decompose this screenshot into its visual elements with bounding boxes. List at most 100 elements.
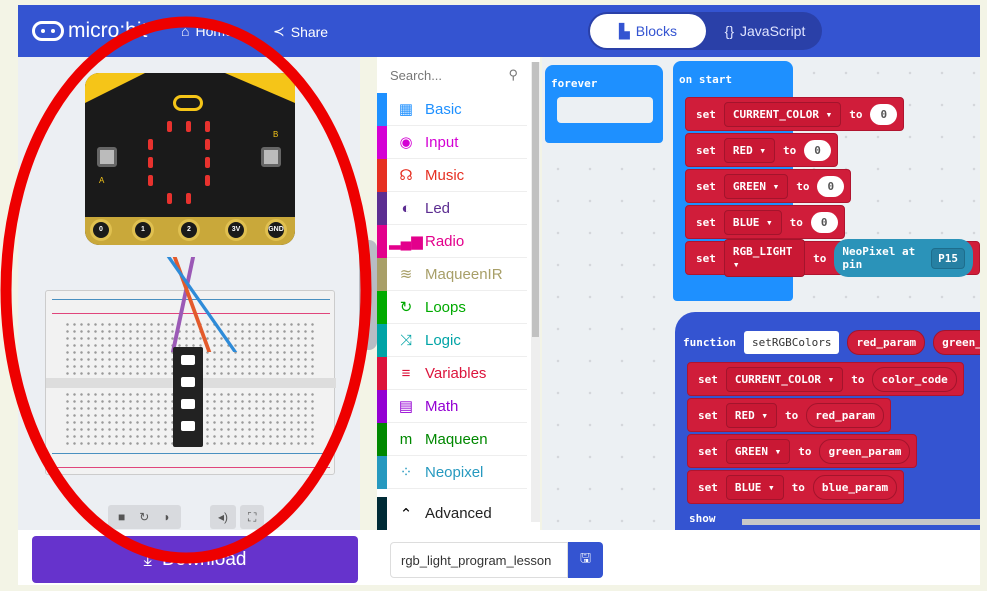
chevron-up-icon: ⌃ [399,505,413,523]
set-variable-block[interactable]: set GREEN ▾ to 0 [685,169,852,203]
toolbox-scrollbar[interactable] [531,62,540,522]
variable-dropdown[interactable]: GREEN ▾ [725,438,791,464]
download-label: Download [161,548,247,570]
to-keyword: to [851,372,865,386]
tab-blocks[interactable]: ▙ Blocks [590,14,706,48]
function-param[interactable]: red_param [847,330,926,355]
pin-1[interactable]: 1 [132,219,154,241]
set-variable-block[interactable]: set CURRENT_COLOR ▾ to 0 [685,97,905,131]
set-variable-block[interactable]: set RGB_LIGHT ▾ to NeoPixel at pin P15 [685,239,980,277]
value-field[interactable]: 0 [817,175,845,197]
category-label: Led [425,199,451,217]
lines-icon: ≡ [401,364,411,382]
value-field[interactable]: color_code [872,366,957,392]
logo-text: micro:bit [68,19,148,42]
set-keyword: set [696,215,716,229]
variable-dropdown[interactable]: RED ▾ [723,137,775,163]
pin-dropdown[interactable]: P15 [931,247,965,269]
chevron-left-icon: ‹ [365,287,371,303]
toolbox-category-radio[interactable]: ▂▄▆ Radio [377,224,527,258]
variable-dropdown[interactable]: RED ▾ [725,402,777,428]
toolbox-advanced[interactable]: ⌃ Advanced [377,497,527,530]
dots-circle-icon: ⁘ [399,464,413,481]
microbit-logo[interactable]: micro:bit [32,19,147,43]
variable-dropdown[interactable]: RGB_LIGHT ▾ [723,239,806,277]
button-a-label: A [99,176,105,185]
mute-icon: ◂) [218,510,229,524]
forever-block[interactable]: forever [545,65,663,143]
function-param[interactable]: green_pa [933,330,980,355]
variable-dropdown[interactable]: CURRENT_COLOR ▾ [723,101,842,127]
set-keyword: set [696,107,716,121]
pin-3v[interactable]: 3V [225,219,247,241]
microbit-face-logo [173,95,203,111]
restart-icon[interactable]: ↻ [139,510,149,524]
button-a[interactable] [97,147,117,167]
neopixel-block[interactable]: NeoPixel at pin P15 [834,239,973,277]
variable-dropdown[interactable]: CURRENT_COLOR ▾ [725,366,844,392]
category-label: Logic [425,331,461,349]
toolbox-category-music[interactable]: ☊ Music [377,158,527,192]
search-placeholder: Search... [390,67,443,83]
set-keyword: set [698,480,718,494]
stop-icon[interactable]: ■ [118,510,125,524]
toolbox-category-maqueen[interactable]: m Maqueen [377,422,527,456]
set-keyword: set [698,372,718,386]
slow-motion-icon[interactable]: ◗ [163,510,170,524]
pin-0[interactable]: 0 [90,219,112,241]
toolbox-category-logic[interactable]: ⤨ Logic [377,323,527,357]
variable-dropdown[interactable]: BLUE ▾ [723,209,782,235]
button-b[interactable] [261,147,281,167]
blocks-workspace[interactable]: forever on start set CURRENT_COLOR ▾ to 0 se… [542,57,980,530]
download-button[interactable]: ⤓ Download [32,536,358,583]
set-variable-block[interactable]: set RED ▾ to 0 [685,133,838,167]
bottom-bar: ⤓ Download rgb_light_program_lesson 🖫 [18,530,980,585]
category-label: Math [425,397,459,415]
to-keyword: to [813,251,827,265]
download-icon: ⤓ [143,548,152,570]
toolbox-category-led[interactable]: ◐ Led [377,191,527,225]
toolbox-category-maqueenir[interactable]: ≋ MaqueenIR [377,257,527,291]
fullscreen-button[interactable]: ⛶ [240,505,265,529]
workspace-scrollbar[interactable] [742,519,980,525]
toolbox-category-variables[interactable]: ≡ Variables [377,356,527,390]
value-field[interactable]: 0 [810,211,838,233]
tab-javascript[interactable]: {} JavaScript [710,14,820,48]
value-field[interactable]: blue_param [812,474,898,500]
editor-toggle: ▙ Blocks {} JavaScript [588,12,822,50]
microbit-board[interactable]: A B 0 1 2 3V GND [85,73,295,245]
toolbox-category-loops[interactable]: ↻ Loops [377,290,527,324]
advanced-label: Advanced [425,505,492,522]
set-variable-block[interactable]: set BLUE ▾ to 0 [685,205,845,239]
home-icon: ⌂ [181,23,190,39]
toolbox-category-math[interactable]: ▤ Math [377,389,527,423]
value-field[interactable]: green_param [819,438,911,464]
value-field[interactable]: 0 [870,103,898,125]
calculator-icon: ▤ [398,398,414,415]
pin-2[interactable]: 2 [178,219,200,241]
collapse-simulator-button[interactable]: ‹ [359,240,377,350]
value-field[interactable]: 0 [804,139,831,161]
mute-button[interactable]: ◂) [210,505,237,529]
home-label: Home [195,23,233,39]
save-button[interactable]: 🖫 [568,542,603,578]
pin-gnd[interactable]: GND [265,219,287,241]
home-button[interactable]: ⌂ Home [181,23,233,39]
variable-dropdown[interactable]: GREEN ▾ [723,173,789,199]
shuffle-icon: ⤨ [399,331,412,349]
m-icon: m [399,430,413,448]
toolbox-category-neopixel[interactable]: ⁘ Neopixel [377,455,527,489]
function-name-field[interactable]: setRGBColors [743,331,840,354]
search-input[interactable]: Search... ⚲ [377,57,540,93]
variable-dropdown[interactable]: BLUE ▾ [725,474,784,500]
set-variable-block[interactable]: set BLUE ▾ to blue_param [687,470,905,504]
project-name-input[interactable]: rgb_light_program_lesson [390,542,568,578]
share-button[interactable]: ≺ Share [273,23,328,40]
toolbox-category-basic[interactable]: ▦ Basic [377,92,527,126]
set-variable-block[interactable]: set CURRENT_COLOR ▾ to color_code [687,362,964,396]
function-keyword: function [683,336,736,349]
set-variable-block[interactable]: set RED ▾ to red_param [687,398,891,432]
set-variable-block[interactable]: set GREEN ▾ to green_param [687,434,918,468]
value-field[interactable]: red_param [806,402,884,428]
toolbox-category-input[interactable]: ◉ Input [377,125,527,159]
